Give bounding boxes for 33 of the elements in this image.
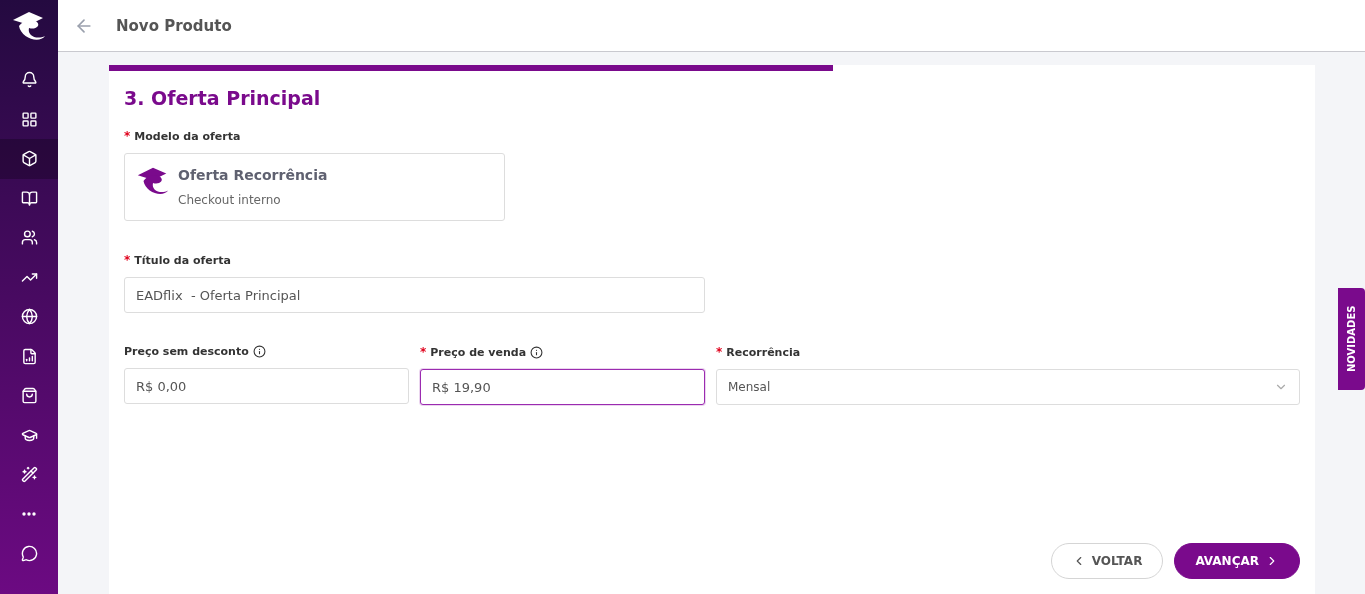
sidebar-item[interactable] bbox=[0, 139, 58, 179]
field-label: Preço de venda bbox=[430, 345, 527, 359]
field-label: Modelo da oferta bbox=[134, 129, 241, 143]
more-icon bbox=[22, 512, 36, 517]
required-mark: * bbox=[420, 345, 427, 359]
bag-icon bbox=[20, 387, 38, 405]
required-mark: * bbox=[124, 129, 131, 143]
next-button[interactable]: AVANÇAR bbox=[1174, 543, 1300, 579]
recurrence-select[interactable]: Mensal bbox=[716, 369, 1300, 405]
bell-icon bbox=[20, 71, 38, 89]
users-icon bbox=[20, 229, 38, 247]
field-label: Título da oferta bbox=[134, 253, 231, 267]
offer-model-subtitle: Checkout interno bbox=[178, 193, 282, 207]
offer-model-title: Oferta Recorrência bbox=[178, 167, 328, 183]
price-field[interactable]: R$ 19,90 bbox=[420, 369, 705, 405]
field-label: Recorrência bbox=[726, 345, 801, 359]
globe-icon bbox=[20, 308, 38, 326]
required-mark: * bbox=[124, 253, 131, 267]
book-icon bbox=[20, 189, 38, 207]
news-tab[interactable]: NOVIDADES bbox=[1338, 288, 1365, 390]
field-label: Preço sem desconto bbox=[124, 345, 249, 358]
offer-model-card[interactable]: Oferta Recorrência Checkout interno bbox=[124, 153, 505, 221]
chat-icon bbox=[20, 545, 38, 563]
report-icon bbox=[20, 347, 38, 365]
cube-icon bbox=[20, 150, 38, 168]
back-button[interactable]: VOLTAR bbox=[1050, 543, 1164, 579]
offer-title-field[interactable]: EADflix - Oferta Principal bbox=[124, 277, 705, 313]
grid-icon bbox=[20, 110, 38, 128]
required-mark: * bbox=[716, 345, 723, 359]
section-title: 3. Oferta Principal bbox=[124, 87, 322, 109]
page-title: Novo Produto bbox=[116, 16, 232, 35]
wand-icon bbox=[20, 466, 38, 484]
price-field[interactable]: R$ 0,00 bbox=[124, 368, 409, 404]
